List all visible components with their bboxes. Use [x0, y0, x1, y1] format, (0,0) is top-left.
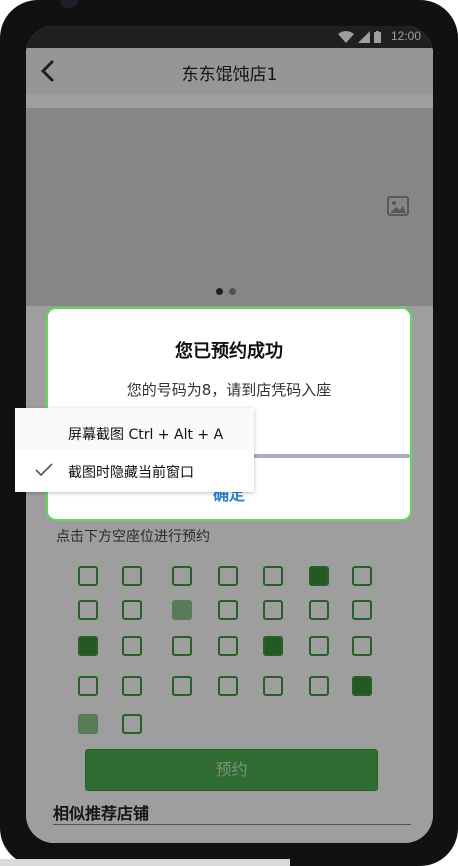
menu-item-hide-window[interactable]: 截图时隐藏当前窗口 — [15, 450, 254, 490]
dialog-message: 您的号码为8，请到店凭码入座 — [126, 381, 332, 399]
camera-icon — [60, 0, 78, 8]
phone-frame: 12:00 东东馄饨店1 点击下方空座位进行预约 预约 相似推荐店铺 您已预约成… — [0, 0, 458, 866]
context-menu: 屏幕截图 Ctrl + Alt + A 截图时隐藏当前窗口 — [15, 408, 254, 492]
taskbar-strip — [0, 859, 290, 866]
dialog-title: 您已预约成功 — [175, 341, 283, 362]
menu-item-screenshot[interactable]: 屏幕截图 Ctrl + Alt + A — [15, 412, 254, 452]
menu-item-label: 屏幕截图 Ctrl + Alt + A — [68, 427, 224, 443]
menu-item-label: 截图时隐藏当前窗口 — [68, 465, 194, 481]
check-icon — [35, 463, 53, 477]
